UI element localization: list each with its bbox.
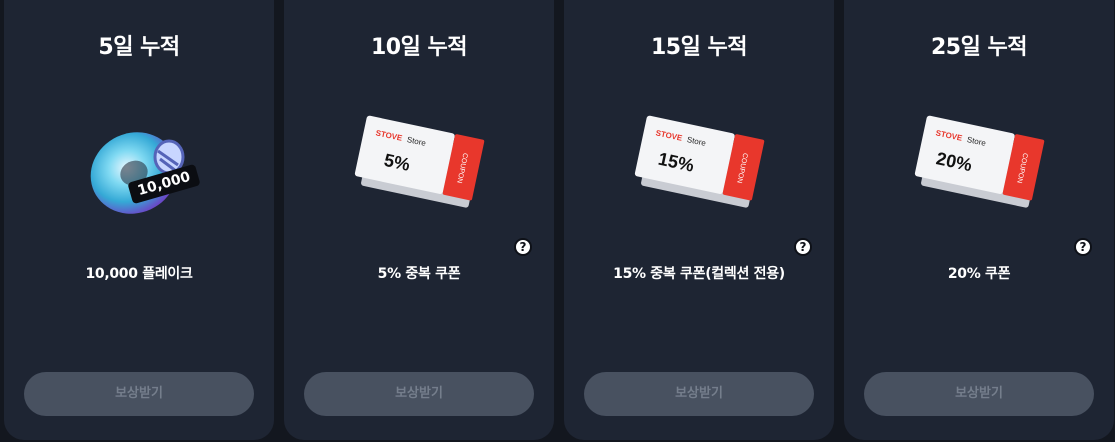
help-icon[interactable]: ?	[514, 238, 532, 256]
reward-card-25-days: 25일 누적 STOVE Store 20% COUPON ? 20% 쿠폰 보…	[844, 0, 1114, 440]
claim-reward-button[interactable]: 보상받기	[304, 372, 534, 416]
coupon-ticket-icon: STOVE Store 15% COUPON	[634, 115, 765, 208]
card-title: 25일 누적	[931, 35, 1028, 60]
help-icon[interactable]: ?	[794, 238, 812, 256]
reward-name: 5% 중복 쿠폰	[377, 266, 461, 282]
card-title: 10일 누적	[371, 35, 468, 60]
coupon-reward-image: STOVE Store 20% COUPON	[844, 115, 1114, 235]
coupon-ticket-icon: STOVE Store 20% COUPON	[914, 115, 1045, 208]
claim-reward-button[interactable]: 보상받기	[864, 372, 1094, 416]
coupon-reward-image: STOVE Store 15% COUPON	[564, 115, 834, 235]
flake-reward-image: 10,000	[4, 115, 274, 235]
card-title: 15일 누적	[651, 35, 748, 60]
reward-card-10-days: 10일 누적 STOVE Store 5% COUPON ? 5% 중복 쿠폰 …	[284, 0, 554, 440]
claim-reward-button[interactable]: 보상받기	[24, 372, 254, 416]
reward-card-row: 5일 누적 10,000 10,000 플레이크 보상받기 10일 누적 STO…	[0, 0, 1115, 442]
reward-card-15-days: 15일 누적 STOVE Store 15% COUPON ? 15% 중복 쿠…	[564, 0, 834, 440]
claim-reward-button[interactable]: 보상받기	[584, 372, 814, 416]
card-title: 5일 누적	[98, 35, 180, 60]
reward-name: 15% 중복 쿠폰(컬렉션 전용)	[613, 266, 785, 282]
help-icon[interactable]: ?	[1074, 238, 1092, 256]
reward-name: 20% 쿠폰	[947, 266, 1011, 282]
coupon-ticket-icon: STOVE Store 5% COUPON	[354, 115, 485, 208]
coupon-reward-image: STOVE Store 5% COUPON	[284, 115, 554, 235]
reward-name: 10,000 플레이크	[85, 266, 193, 282]
reward-card-5-days: 5일 누적 10,000 10,000 플레이크 보상받기	[4, 0, 274, 440]
